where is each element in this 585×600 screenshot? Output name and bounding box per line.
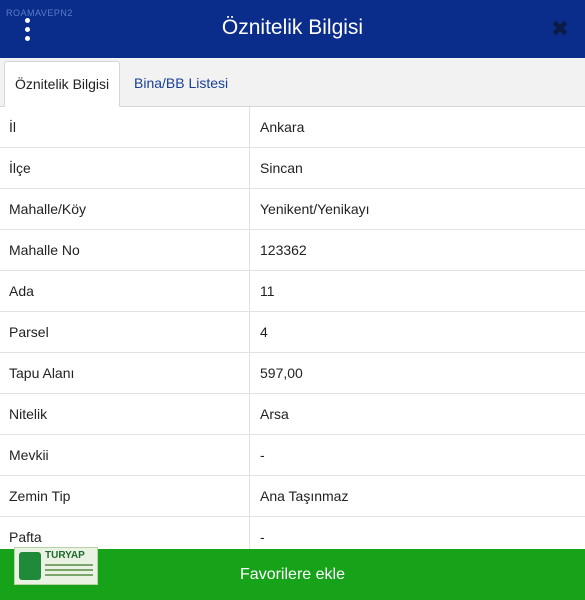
row-label: Zemin Tip [0,476,250,516]
logo-mark-icon [19,552,41,580]
row-value: - [260,447,265,463]
title-bar: ROAMAVEPN2 Öznitelik Bilgisi ✖ [0,0,585,58]
row-value: Ana Taşınmaz [260,488,349,504]
logo-brand-text: TURYAP [45,550,85,561]
row-value: 11 [260,283,275,299]
row-value: Arsa [260,406,289,422]
logo-tagline-lines [45,564,93,579]
table-row: Zemin Tip Ana Taşınmaz [0,476,585,517]
table-row: Mahalle/Köy Yenikent/Yenikayı [0,189,585,230]
row-label: Parsel [0,312,250,352]
tab-building-list[interactable]: Bina/BB Listesi [124,61,238,105]
row-label: Mahalle No [0,230,250,270]
page-title: Öznitelik Bilgisi [221,16,364,39]
row-label: İlçe [0,148,250,188]
row-label: İl [0,107,250,147]
attribute-table: İl Ankara İlçe Sincan Mahalle/Köy Yenike… [0,107,585,558]
row-value: 597,00 [260,365,303,381]
table-row: Nitelik Arsa [0,394,585,435]
table-row: Parsel 4 [0,312,585,353]
tab-attribute-info[interactable]: Öznitelik Bilgisi [4,61,121,107]
row-value: Sincan [260,160,303,176]
table-row: İlçe Sincan [0,148,585,189]
tab-bar: Öznitelik Bilgisi Bina/BB Listesi [0,58,585,107]
row-value: Yenikent/Yenikayı [260,201,370,217]
row-label: Tapu Alanı [0,353,250,393]
row-label: Mevkii [0,435,250,475]
table-row: Ada 11 [0,271,585,312]
close-icon[interactable]: ✖ [545,14,575,44]
table-row: Tapu Alanı 597,00 [0,353,585,394]
turyap-logo: TURYAP [14,547,98,585]
row-value: 123362 [260,242,307,258]
row-label: Ada [0,271,250,311]
row-value: Ankara [260,119,305,135]
row-value: 4 [260,324,268,340]
row-label: Nitelik [0,394,250,434]
table-row: İl Ankara [0,107,585,148]
row-label: Mahalle/Köy [0,189,250,229]
table-row: Mahalle No 123362 [0,230,585,271]
table-row: Mevkii - [0,435,585,476]
